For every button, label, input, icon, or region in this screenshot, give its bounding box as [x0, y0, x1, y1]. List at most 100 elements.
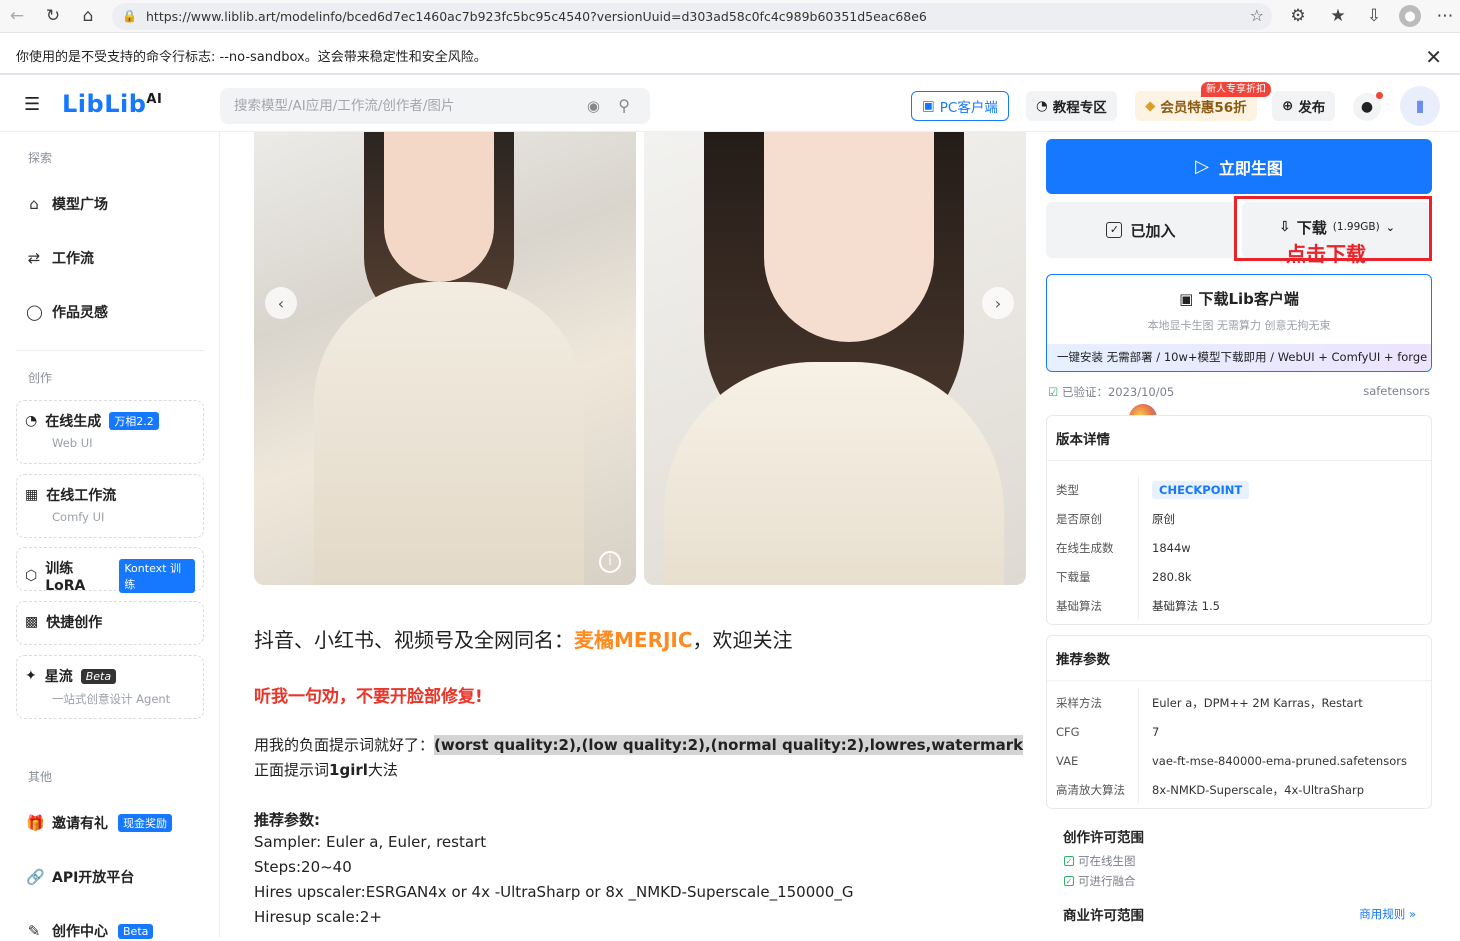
- license-item: ✓ 可在线生图: [1064, 853, 1136, 869]
- steps-line: Steps:20~40: [254, 858, 352, 876]
- recommended-params-panel: 推荐参数 采样方法 Euler a，DPM++ 2M Karras，Restart…: [1046, 635, 1432, 809]
- added-button[interactable]: ✓ 已加入: [1046, 202, 1236, 258]
- site-logo[interactable]: LibLibAI: [62, 90, 162, 118]
- params-panel-title: 推荐参数: [1047, 636, 1431, 681]
- search-input[interactable]: 搜索模型/AI应用/工作流/创作者/图片 ◉ ⚲: [220, 88, 650, 124]
- user-avatar[interactable]: ▮: [1400, 86, 1440, 126]
- cube-icon: ⬡: [25, 568, 38, 584]
- publish-label: 发布: [1298, 100, 1326, 116]
- gallery-image-1[interactable]: i: [254, 132, 636, 585]
- sidebar-item-label: 邀请有礼: [52, 816, 108, 832]
- lock-icon: 🔒: [122, 9, 137, 23]
- license-title: 创作许可范围: [1063, 830, 1144, 846]
- extensions-icon[interactable]: ⚙: [1287, 5, 1309, 27]
- sidebar-item-label: 创作中心: [52, 924, 108, 940]
- search-icon[interactable]: ⚲: [618, 88, 630, 124]
- face-shape: [764, 132, 934, 342]
- quick-create-card[interactable]: ▩ 快捷创作: [16, 601, 204, 645]
- neg-prompt: (worst quality:2),(low quality:2),(norma…: [434, 735, 1024, 755]
- client-sub: 本地显卡生图 无需算力 创意无拘无束: [1147, 319, 1331, 332]
- plus-icon: ⊕: [1282, 98, 1294, 114]
- version-row: 在线生成数 1844w: [1047, 533, 1431, 562]
- link-icon: 🔗: [26, 868, 45, 886]
- version-value: CHECKPOINT: [1139, 480, 1250, 499]
- warning-line: 听我一句劝，不要开脸部修复!: [254, 687, 483, 707]
- version-key: 是否原创: [1047, 504, 1139, 533]
- generate-button[interactable]: ▷ 立即生图: [1046, 139, 1432, 194]
- added-label: 已加入: [1130, 221, 1176, 240]
- check-icon: ✓: [1064, 856, 1074, 866]
- online-workflow-card[interactable]: ▦ 在线工作流 Comfy UI: [16, 474, 204, 538]
- more-menu-icon[interactable]: ⋯: [1434, 5, 1456, 27]
- box-icon: ▩: [25, 614, 39, 630]
- sidebar-item-model-square[interactable]: ⌂ 模型广场: [26, 194, 108, 214]
- home-icon[interactable]: ⌂: [77, 5, 99, 27]
- commercial-rules-link[interactable]: 商用规则 »: [1359, 906, 1416, 922]
- chevron-left-icon: ‹: [277, 293, 285, 313]
- bookmark-star-icon[interactable]: ☆: [1250, 6, 1264, 25]
- version-details-panel: 版本详情 类型 CHECKPOINT 是否原创 原创 在线生成数 1844w 下载量 2…: [1046, 415, 1432, 625]
- sidebar-item-label: 作品灵感: [52, 305, 108, 321]
- version-row: 是否原创 原创: [1047, 504, 1431, 533]
- pos-suffix: 大法: [367, 761, 398, 779]
- gallery-image-2[interactable]: [644, 132, 1026, 585]
- star-flow-label: 星流: [44, 669, 73, 685]
- logo-ai: AI: [146, 92, 163, 107]
- sidebar-item-creator-center[interactable]: ✎ 创作中心 Beta: [26, 921, 154, 941]
- sidebar: 探索 ⌂ 模型广场 ⇄ 工作流 ◯ 作品灵感 创作 ◔ 在线生成 万相2.2 Web UI…: [0, 132, 220, 941]
- train-lora-label: 训练LoRA: [45, 561, 86, 594]
- next-image-button[interactable]: ›: [982, 287, 1014, 319]
- prev-image-button[interactable]: ‹: [265, 287, 297, 319]
- version-value: 原创: [1152, 511, 1175, 526]
- vip-label: 会员特惠56折: [1160, 100, 1247, 116]
- back-icon[interactable]: ←: [6, 5, 28, 27]
- monitor-download-icon: ▣: [1179, 290, 1194, 308]
- train-lora-card[interactable]: ⬡ 训练LoRA Kontext 训练: [16, 547, 204, 594]
- param-key: CFG: [1047, 717, 1139, 746]
- sidebar-item-api[interactable]: 🔗 API开放平台: [26, 867, 134, 887]
- notification-dot: [1376, 92, 1383, 99]
- palette-icon: ◔: [25, 413, 38, 429]
- version-key: 在线生成数: [1047, 533, 1139, 562]
- sidebar-item-inspiration[interactable]: ◯ 作品灵感: [26, 302, 108, 322]
- star-flow-card[interactable]: ✦ 星流 Beta 一站式创意设计 Agent: [16, 655, 204, 719]
- verified-text: 已验证：2023/10/05: [1061, 385, 1175, 399]
- section-explore: 探索: [28, 151, 53, 165]
- profile-avatar[interactable]: ●: [1399, 5, 1421, 27]
- section-create: 创作: [28, 371, 53, 385]
- pc-client-label: PC客户端: [939, 100, 998, 116]
- version-row: 下载量 280.8k: [1047, 562, 1431, 591]
- camera-icon[interactable]: ◉: [587, 88, 600, 124]
- address-bar[interactable]: 🔒 https://www.liblib.art/modelinfo/bced6…: [112, 3, 1272, 30]
- close-icon[interactable]: ✕: [1425, 45, 1442, 69]
- version-table: 类型 CHECKPOINT 是否原创 原创 在线生成数 1844w 下载量 280.8k…: [1047, 461, 1431, 620]
- shield-check-icon: ☑: [1048, 385, 1059, 399]
- favorites-icon[interactable]: ★: [1327, 5, 1349, 27]
- publish-button[interactable]: ⊕ 发布: [1272, 91, 1336, 121]
- author-suffix: ，欢迎关注: [692, 628, 793, 652]
- version-row: 基础算法 基础算法 1.5: [1047, 591, 1431, 620]
- version-key: 类型: [1047, 475, 1139, 504]
- author-prefix: 抖音、小红书、视频号及全网同名：: [254, 628, 574, 652]
- invite-tag: 现金奖励: [118, 814, 172, 832]
- neg-prefix: 用我的负面提示词就好了：: [254, 736, 435, 754]
- sidebar-item-label: API开放平台: [52, 870, 135, 886]
- online-workflow-label: 在线工作流: [46, 488, 117, 504]
- tutorial-button[interactable]: ◔ 教程专区: [1026, 91, 1117, 121]
- param-row: 采样方法 Euler a，DPM++ 2M Karras，Restart: [1047, 688, 1431, 717]
- sidebar-item-invite[interactable]: 🎁 邀请有礼 现金奖励: [26, 813, 172, 833]
- online-gen-card[interactable]: ◔ 在线生成 万相2.2 Web UI: [16, 400, 204, 464]
- online-workflow-sub: Comfy UI: [52, 510, 105, 524]
- pc-client-button[interactable]: ▣ PC客户端: [911, 91, 1009, 121]
- reload-icon[interactable]: ↻: [42, 5, 64, 27]
- sweater-shape: [314, 282, 584, 585]
- client-download-card[interactable]: ▣ 下载Lib客户端 本地显卡生图 无需算力 创意无拘无束 一键安装 无需部署 …: [1046, 274, 1432, 372]
- check-icon: ✓: [1064, 876, 1074, 886]
- info-icon[interactable]: i: [599, 551, 621, 573]
- sidebar-item-workflow[interactable]: ⇄ 工作流: [26, 248, 94, 268]
- divider: [16, 350, 204, 351]
- author-line: 抖音、小红书、视频号及全网同名：麦橘MERJIC，欢迎关注: [254, 624, 793, 653]
- play-icon: ▷: [1195, 156, 1209, 177]
- downloads-icon[interactable]: ⇩: [1363, 5, 1385, 27]
- menu-icon[interactable]: ☰: [24, 94, 40, 115]
